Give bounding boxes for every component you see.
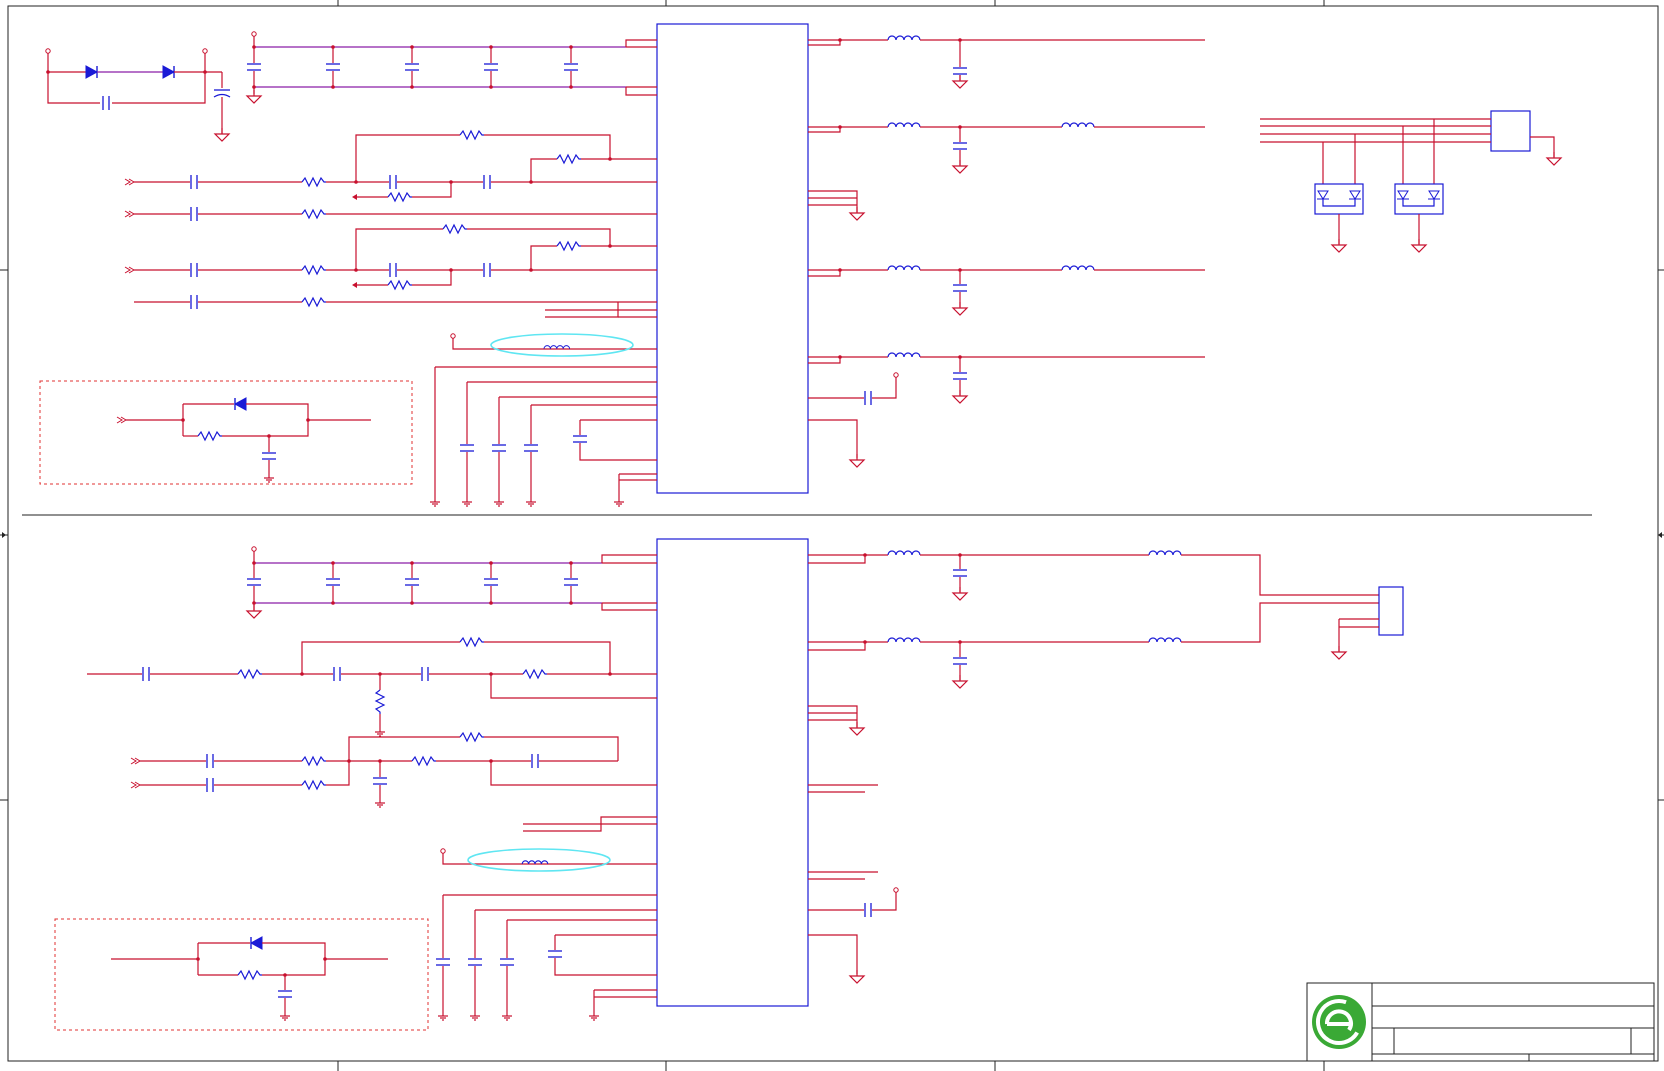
tvs-diode-array-1 <box>1314 183 1364 253</box>
input-network-right <box>124 224 657 310</box>
input-network-bottom <box>87 637 657 808</box>
decoupling-capacitor-bank-bottom <box>246 546 657 619</box>
optional-subcircuit-top <box>39 380 413 485</box>
supply-diode-network <box>45 48 231 142</box>
bottom-amplifier-ic <box>656 538 809 1007</box>
ferrite-bead-marker-bottom <box>467 848 611 872</box>
connector-j1 <box>1490 110 1531 152</box>
decoupling-capacitor-bank <box>246 31 657 104</box>
speaker-connector-top <box>1260 110 1562 253</box>
top-amplifier-ic <box>656 23 809 494</box>
speaker-connector-bottom <box>1331 586 1404 660</box>
connector-j2 <box>1378 586 1404 636</box>
ferrite-bead-marker <box>490 333 634 357</box>
control-nets-bottom <box>435 816 657 1021</box>
tvs-diode-array-2 <box>1394 183 1444 253</box>
output-filters-bottom <box>808 550 1379 984</box>
bottom-amplifier-section <box>54 538 1404 1031</box>
output-filters-top <box>808 35 1205 468</box>
top-amplifier-section <box>39 23 1562 507</box>
control-nets <box>429 302 657 507</box>
schematic-sheet <box>0 0 1664 1071</box>
optional-subcircuit-bottom <box>54 918 429 1031</box>
title-block <box>1306 982 1655 1062</box>
company-logo-icon <box>1312 995 1366 1049</box>
input-network-left <box>124 130 657 222</box>
